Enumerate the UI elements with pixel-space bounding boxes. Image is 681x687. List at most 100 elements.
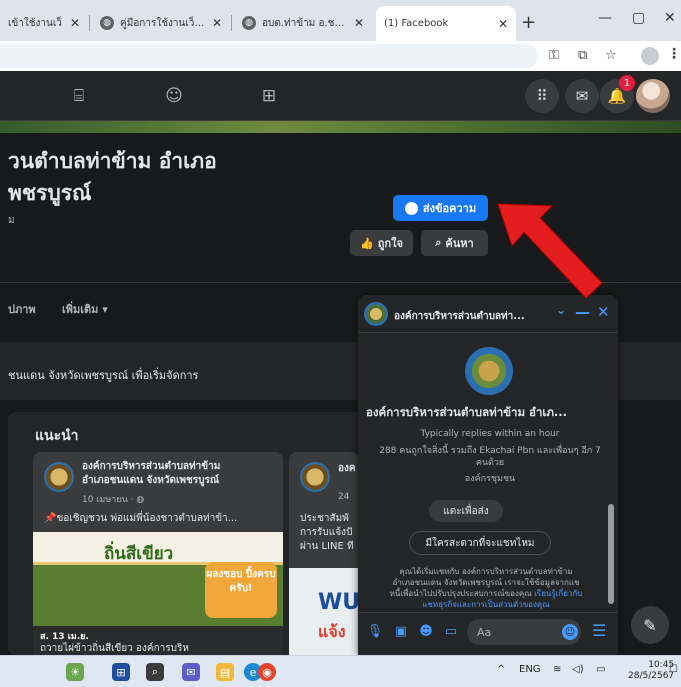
page-title: วนตำบลท่าข้าม อำเภอ พชรบูรณ์ bbox=[8, 149, 217, 205]
close-tab-icon[interactable]: ✕ bbox=[498, 17, 508, 31]
image-tag: ผลงชอบ ปิ้งครบ ครับ! bbox=[205, 562, 277, 618]
close-tab-icon[interactable]: ✕ bbox=[70, 16, 80, 30]
thumbs-up-icon: 👍 bbox=[360, 236, 374, 250]
divider bbox=[0, 282, 681, 283]
wifi-icon[interactable]: ≋ bbox=[553, 664, 561, 675]
notification-center-icon[interactable]: ☐ bbox=[669, 664, 678, 675]
search-icon: ⌕ bbox=[435, 236, 442, 249]
bookmark-star-icon[interactable]: ☆ bbox=[605, 48, 617, 63]
account-avatar[interactable] bbox=[636, 79, 670, 113]
search-label: ค้นหา bbox=[445, 237, 474, 250]
messenger-icon bbox=[404, 201, 418, 215]
microphone-icon[interactable]: 🎙 bbox=[366, 622, 384, 640]
file-explorer-icon[interactable]: ▤ bbox=[216, 663, 234, 681]
post-date[interactable]: 10 เมษายน · ◍ bbox=[82, 492, 144, 506]
browser-tab[interactable]: ◍ อบต.ท่าข้าม อ.ชนแดน ✕ bbox=[234, 8, 372, 38]
messenger-icon[interactable]: ✉ bbox=[565, 79, 599, 113]
notification-badge: 1 bbox=[619, 75, 635, 91]
gif-icon[interactable]: ▭ bbox=[442, 622, 460, 640]
chat-scrollbar[interactable] bbox=[608, 504, 614, 604]
compose-message-button[interactable]: ✎ bbox=[631, 606, 669, 644]
post-author[interactable]: องค์การบริหารส่วนตำบลท่าข้าม อำเภอชนแดน … bbox=[82, 460, 220, 488]
address-bar[interactable] bbox=[0, 44, 538, 68]
page-subtitle: ม bbox=[8, 215, 15, 226]
language-indicator[interactable]: ENG bbox=[519, 664, 541, 675]
emoji-icon[interactable]: ☺ bbox=[562, 624, 578, 640]
chat-profile-avatar[interactable] bbox=[465, 347, 513, 395]
image-caption: ถวายไผ่ข้าวถิ่นสีเขียว องค์การบริห bbox=[40, 643, 189, 654]
tab-title: อบต.ท่าข้าม อ.ชนแดน bbox=[262, 17, 348, 29]
post-date[interactable]: 24 bbox=[338, 492, 349, 502]
post-text: ประชาสัมพั การรับแจ้งปั ผ่าน LINE ที bbox=[300, 513, 354, 552]
close-tab-icon[interactable]: ✕ bbox=[212, 16, 222, 30]
tab-title: เข้าใช้งานเว็ bbox=[8, 17, 62, 29]
likes-line: คนด้วย bbox=[475, 458, 505, 468]
pin-icon: 📌 bbox=[44, 513, 57, 524]
tap-to-send-label: แตะเพื่อส่ง bbox=[429, 500, 503, 522]
chevron-up-icon[interactable]: ^ bbox=[497, 664, 505, 675]
menu-dots-icon[interactable]: ⋮ bbox=[667, 46, 681, 62]
groups-icon[interactable]: ☺ bbox=[163, 85, 185, 107]
chat-full-name: องค์การบริหารส่วนตำบลท่าข้าม อำเภ... bbox=[366, 405, 568, 419]
image-text: WU bbox=[318, 590, 361, 615]
tab-title: (1) Facebook bbox=[384, 18, 449, 29]
profile-icon[interactable] bbox=[641, 47, 659, 65]
chat-disclaimer: คุณได้เริ่มแชทกับ องค์การบริหารส่วนตำบลท… bbox=[389, 567, 583, 609]
sticker-icon[interactable]: ☻ bbox=[417, 622, 435, 640]
facebook-top-nav: ⌸ ☺ ⊞ ⠿ ✉ 🔔 1 bbox=[0, 71, 681, 121]
learn-more-link[interactable]: เรียนรู้เกี่ยวกับ bbox=[534, 589, 582, 598]
menu-lines-icon[interactable]: ☰ bbox=[592, 621, 606, 640]
password-key-icon[interactable]: ⚿ bbox=[549, 48, 559, 63]
browser-tab-active[interactable]: f (1) Facebook ✕ bbox=[376, 6, 516, 41]
browser-tab[interactable]: เข้าใช้งานเว็ ✕ bbox=[0, 8, 88, 38]
minimize-window-button[interactable]: — bbox=[598, 10, 612, 26]
battery-icon[interactable]: ▭ bbox=[596, 664, 605, 675]
minimize-chat-button[interactable]: — bbox=[575, 303, 590, 321]
image-headline: ถิ่นสีเขียว bbox=[104, 544, 174, 564]
widgets-icon[interactable]: ☀ bbox=[66, 663, 84, 681]
page-category: องค์กรชุมชน bbox=[464, 474, 516, 484]
chrome-icon[interactable]: ◉ bbox=[258, 663, 276, 681]
maximize-window-button[interactable]: ▢ bbox=[632, 10, 645, 26]
page-avatar[interactable] bbox=[300, 462, 330, 492]
system-clock[interactable]: 10:45 28/5/2567 bbox=[628, 660, 674, 682]
globe-icon: ◍ bbox=[100, 16, 114, 30]
close-tab-icon[interactable]: ✕ bbox=[354, 16, 364, 30]
search-page-button[interactable]: ⌕ ค้นหา bbox=[421, 230, 488, 256]
search-icon[interactable]: ⌕ bbox=[146, 663, 164, 681]
cover-photo bbox=[0, 121, 681, 133]
post-author[interactable]: องค bbox=[338, 462, 356, 476]
browser-tab-bar: เข้าใช้งานเว็ ✕ ◍ คู่มือการใช้งานเว็บไซต… bbox=[0, 0, 681, 41]
tab-photos[interactable]: ปภาพ bbox=[8, 300, 36, 318]
chat-avatar[interactable] bbox=[364, 302, 388, 326]
suggested-message-button[interactable]: มีใครสะดวกที่จะแชทไหม bbox=[409, 531, 551, 555]
like-label: ถูกใจ bbox=[377, 237, 403, 250]
new-tab-button[interactable]: + bbox=[521, 12, 536, 33]
reply-time: Typically replies within an hour bbox=[420, 429, 560, 439]
chat-icon[interactable]: ✉ bbox=[182, 663, 200, 681]
gaming-icon[interactable]: ⊞ bbox=[258, 85, 280, 107]
tab-more[interactable]: เพิ่มเติม ▾ bbox=[62, 300, 108, 318]
browser-tab[interactable]: ◍ คู่มือการใช้งานเว็บไซต์ปร ✕ bbox=[92, 8, 230, 38]
likes-line: 288 คนถูกใจสิ่งนี้ รวมถึง Ekachai Pbn แล… bbox=[379, 446, 601, 456]
page-avatar[interactable] bbox=[44, 462, 74, 492]
post-text: 📌ขอเชิญชวน พ่อแม่พี่น้องชาวตำบลท่าข้า... bbox=[44, 513, 238, 524]
globe-icon: ◍ bbox=[242, 16, 256, 30]
close-window-button[interactable]: ✕ bbox=[664, 10, 676, 26]
start-icon[interactable]: ⊞ bbox=[112, 663, 130, 681]
send-message-label: ส่งข้อความ bbox=[422, 202, 477, 215]
marketplace-icon[interactable]: ⌸ bbox=[68, 85, 90, 107]
address-bar-row: ⚿ ⧉ ☆ bbox=[0, 41, 681, 71]
menu-grid-icon[interactable]: ⠿ bbox=[525, 79, 559, 113]
like-button[interactable]: 👍 ถูกใจ bbox=[350, 230, 413, 256]
chat-title[interactable]: องค์การบริหารส่วนตำบลท่า... bbox=[394, 309, 552, 324]
photo-icon[interactable]: ▣ bbox=[392, 622, 410, 640]
install-app-icon[interactable]: ⧉ bbox=[578, 48, 587, 63]
volume-icon[interactable]: ◁) bbox=[572, 664, 584, 675]
tab-title: คู่มือการใช้งานเว็บไซต์ปร bbox=[120, 17, 206, 29]
banner-text: ชนแดน จังหวัดเพชรบูรณ์ เพื่อเริ่มจัดการ bbox=[8, 369, 199, 382]
send-message-button[interactable]: ส่งข้อความ bbox=[393, 195, 488, 221]
recommendations-title: แนะนำ bbox=[35, 428, 79, 444]
close-chat-button[interactable]: ✕ bbox=[597, 303, 610, 321]
chevron-down-icon[interactable]: ⌄ bbox=[556, 303, 566, 317]
